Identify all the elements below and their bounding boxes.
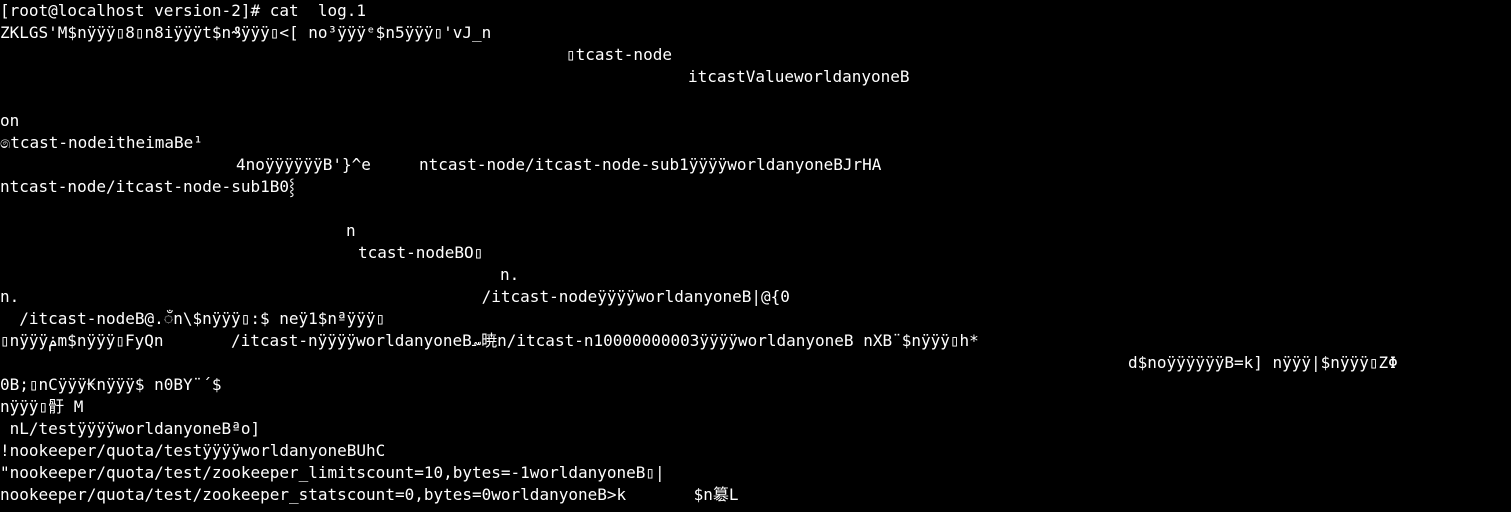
output-line-17: 0B;▯nCÿÿÿ₭nÿÿÿ$ n0BY¨´$ [0, 375, 222, 394]
output-line-20: !nookeeper/quota/testÿÿÿÿworldanyoneBUhC [0, 441, 386, 460]
output-line-11: tcast-nodeBO▯ [358, 243, 484, 262]
output-line-6: ෧tcast-nodeitheimaBe¹ [0, 133, 203, 152]
output-line-2: ▯tcast-node [566, 45, 672, 64]
output-line-21: "nookeeper/quota/test/zookeeper_limitsco… [0, 463, 665, 482]
output-line-12: n. [500, 265, 520, 284]
output-line-19: nL/testÿÿÿÿworldanyoneBªo] [0, 419, 261, 438]
output-line-18: nÿÿÿ▯骬 M [0, 397, 84, 416]
terminal-window[interactable]: [root@localhost version-2]# cat log.1 ZK… [0, 0, 1511, 512]
output-line-15: ▯nÿÿÿݥm$nÿÿÿ▯FyQn /itcast-nÿÿÿÿworldanyo… [0, 331, 979, 350]
output-line-8: ntcast-node/itcast-node-sub1B0⸾ [0, 177, 295, 196]
output-line-10: n [346, 221, 356, 240]
output-line-16: d$noÿÿÿÿÿÿB=k] nÿÿÿ|$nÿÿÿ▯ZΦ [1128, 353, 1398, 372]
output-line-14: /itcast-nodeB@.ँn\$nÿÿÿ▯:$ neÿ1$nªÿÿÿ▯ [0, 309, 386, 328]
prompt-line: [root@localhost version-2]# cat log.1 [0, 1, 367, 20]
output-line-5: on [0, 111, 20, 130]
output-line-1: ZKLGS'M$nÿÿÿ▯8▯n8iÿÿÿt$n₰ÿÿÿ▯<[ no³ÿÿÿᵉ$… [0, 23, 492, 42]
output-line-22: nookeeper/quota/test/zookeeper_statscoun… [0, 485, 739, 504]
output-line-3: itcastValueworldanyoneB [688, 67, 910, 86]
output-line-7: 4noÿÿÿÿÿÿB'}^e ntcast-node/itcast-node-s… [236, 155, 882, 174]
output-line-13: n. /itcast-nodeÿÿÿÿworldanyoneB|@{0 [0, 287, 790, 306]
